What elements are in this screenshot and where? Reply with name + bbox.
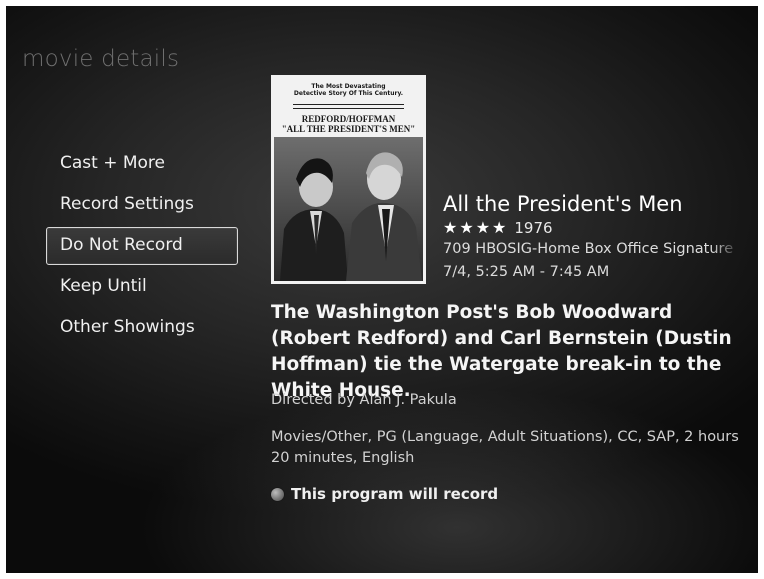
poster-tagline-line-2: Detective Story Of This Century. (293, 90, 404, 97)
menu-item-other-showings[interactable]: Other Showings (46, 309, 238, 347)
poster-title-line-1: REDFORD/HOFFMAN (301, 114, 396, 124)
channel-info: 709 HBOSIG-Home Box Office Signature (443, 241, 734, 257)
record-status-text: This program will record (291, 485, 499, 503)
menu-item-keep-until[interactable]: Keep Until (46, 268, 238, 306)
movie-info: All the President's Men ★★★★ 1976 709 HBO… (443, 191, 753, 284)
release-year: 1976 (514, 219, 553, 237)
poster-title-line-2: "ALL THE PRESIDENT'S MEN" (281, 124, 416, 134)
poster-rule (293, 108, 404, 109)
poster-title: REDFORD/HOFFMAN "ALL THE PRESIDENT'S MEN… (271, 114, 426, 134)
program-details: Movies/Other, PG (Language, Adult Situat… (271, 429, 739, 466)
movie-poster: The Most Devastating Detective Story Of … (271, 75, 426, 284)
poster-photo (274, 137, 423, 281)
action-menu: Cast + More Record Settings Do Not Recor… (46, 145, 238, 350)
movie-title: All the President's Men (443, 192, 683, 216)
record-status: This program will record (271, 485, 498, 503)
record-indicator-icon (271, 487, 284, 501)
poster-tagline-line-1: The Most Devastating (311, 83, 386, 90)
director-credit: Directed by Alan J. Pakula (271, 392, 457, 408)
media-center-screen: movie details Cast + More Record Setting… (6, 6, 758, 573)
menu-item-do-not-record[interactable]: Do Not Record (46, 227, 238, 265)
menu-item-cast-more[interactable]: Cast + More (46, 145, 238, 183)
page-title: movie details (22, 46, 180, 72)
star-rating-icon: ★★★★ (443, 218, 509, 237)
movie-description: The Washington Post's Bob Woodward (Robe… (271, 302, 732, 401)
rating-row: ★★★★ 1976 (443, 218, 753, 238)
poster-rule (293, 104, 404, 105)
menu-item-record-settings[interactable]: Record Settings (46, 186, 238, 224)
poster-tagline: The Most Devastating Detective Story Of … (271, 83, 426, 97)
air-time: 7/4, 5:25 AM - 7:45 AM (443, 264, 610, 280)
